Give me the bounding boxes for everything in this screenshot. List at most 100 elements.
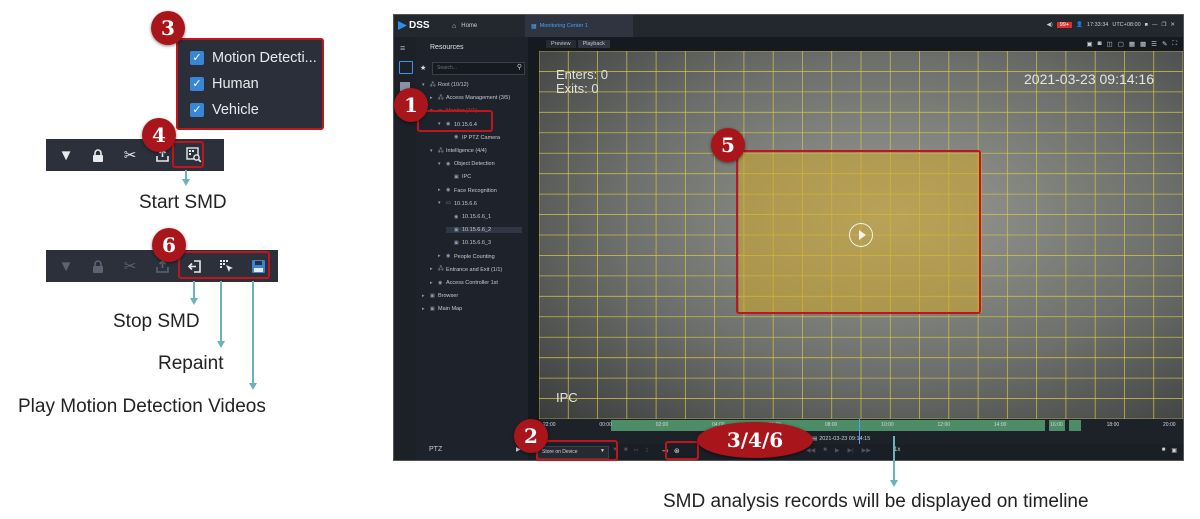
tree-node-label: 10.15.6.6_1 — [462, 214, 492, 220]
tree-node[interactable]: ▾ 🖧 Intelligence (4/4) — [430, 148, 487, 154]
layout-9-icon[interactable]: ▩ — [1140, 40, 1146, 48]
tab-playback[interactable]: Playback — [577, 40, 610, 48]
tree-node-label: IP PTZ Camera — [462, 134, 501, 141]
user-icon[interactable]: 👤 — [1076, 22, 1083, 28]
device-icon: ▭ — [446, 200, 451, 207]
step-icon[interactable]: ▶| — [847, 447, 853, 454]
restore-icon[interactable]: ❐ — [1161, 22, 1166, 28]
tree-node[interactable]: ▾ 🖧 Root (10/12) — [422, 82, 469, 88]
tab-preview[interactable]: Preview — [546, 40, 576, 48]
chevron-down-icon[interactable]: ▾ — [438, 161, 444, 167]
chevron-right-icon[interactable]: ▸ — [422, 306, 428, 312]
view-toolbar: ▣ ◙ ◫ ▢ ▦ ▩ ☰ ✎ ⛶ — [1086, 40, 1177, 48]
speaker-icon[interactable]: ◀) — [1047, 22, 1053, 28]
resource-search-box[interactable]: Search... ⚲ — [432, 62, 525, 75]
filter-icon[interactable]: ▼ — [50, 142, 82, 168]
tree-node[interactable]: ◉ 10.15.6.6_1 — [446, 214, 491, 220]
tab-label: Home — [461, 23, 478, 29]
tree-node-label: Access Management (3/5) — [446, 95, 511, 102]
device-icon: ▣ — [430, 292, 435, 299]
minimize-icon[interactable]: — — [1152, 22, 1158, 28]
rewind-icon[interactable]: ◀◀ — [806, 447, 815, 454]
tree-node-label: Object Detection — [454, 161, 495, 168]
highlight-detection-region — [736, 150, 981, 314]
tree-node[interactable]: ▸ ◉ Access Controller 1st — [430, 280, 498, 286]
playback-speed[interactable]: 1x — [894, 447, 900, 453]
tree-node[interactable]: ▸ ▣ Browser — [422, 293, 458, 299]
resources-panel: Resources ★ Search... ⚲ ▾ 🖧 Root (10/12) ▸ 🖧… — [416, 37, 528, 460]
arrow-head — [189, 298, 198, 305]
save-icon[interactable]: ▣ — [1171, 447, 1177, 454]
tree-node[interactable]: ◉ IP PTZ Camera — [446, 135, 500, 141]
chevron-down-icon[interactable]: ▾ — [438, 201, 444, 206]
lock-icon[interactable]: ■ — [1162, 447, 1166, 454]
callout-3-4-6: 3/4/6 — [697, 422, 813, 458]
chevron-right-icon[interactable]: ▸ — [438, 188, 444, 193]
monitor-icon[interactable] — [399, 61, 413, 74]
camera-icon[interactable]: ◙ — [1098, 40, 1102, 48]
checkbox-vehicle[interactable]: ✓ Vehicle — [190, 97, 322, 123]
tree-node[interactable]: ▸ 🖧 Access Management (3/5) — [430, 95, 510, 101]
checkbox-motion-detection[interactable]: ✓ Motion Detecti... — [190, 45, 322, 71]
tree-node[interactable]: ▾ ◉ Object Detection — [438, 161, 495, 167]
playback-buttons: ◀◀ ■ ▶ ▶| ▶▶ — [806, 447, 871, 454]
record-bar-segment — [1069, 420, 1081, 431]
playback-control-bar: Store on Device ▼ ▼ ■ ✂ ⇪ ⇥ ⊛ ▤ 2021-03-… — [528, 436, 1183, 460]
tree-node[interactable]: ▣ IPC — [446, 174, 471, 180]
highlight-smd-toolbar — [665, 441, 699, 460]
layout-4-icon[interactable]: ▦ — [1129, 40, 1135, 48]
chevron-down-icon[interactable]: ▾ — [422, 82, 428, 88]
forward-icon[interactable]: ▶▶ — [862, 447, 871, 454]
timeline-tick-label: 08:00 — [824, 422, 838, 428]
caption-repaint: Repaint — [158, 353, 224, 374]
view-tabs: Preview Playback — [546, 40, 610, 48]
filter-icon: ▼ — [58, 257, 74, 275]
timeline-tick-label: 00:00 — [599, 422, 612, 428]
favorites-icon[interactable]: ★ — [420, 64, 426, 72]
highlight-smd-controls — [178, 251, 270, 279]
pause-icon[interactable]: ◫ — [1107, 40, 1113, 48]
caption-timeline-note: SMD analysis records will be displayed o… — [663, 491, 1089, 512]
lock-icon[interactable]: ■ — [1145, 22, 1148, 28]
save-icon[interactable]: ▣ — [1086, 40, 1092, 48]
caption-start-smd: Start SMD — [139, 192, 227, 213]
lock-icon[interactable] — [82, 142, 114, 168]
tree-node[interactable]: ▣ 10.15.6.6_2 — [446, 227, 522, 234]
tree-node[interactable]: ▣ 10.15.6.6_3 — [446, 240, 491, 246]
chevron-right-icon[interactable]: ▸ — [422, 293, 428, 299]
stop-icon[interactable]: ■ — [823, 447, 827, 454]
video-timestamp: 2021-03-23 09:14:16 — [1024, 71, 1154, 87]
close-icon[interactable]: ✕ — [1170, 22, 1175, 28]
callout-2: 2 — [514, 419, 548, 453]
arrow-timeline — [893, 436, 895, 481]
tree-node[interactable]: ▾ ▭ 10.15.6.6 — [438, 201, 477, 207]
chevron-right-icon[interactable]: ▸ — [430, 280, 436, 286]
tab-monitoring-center[interactable]: ▦ Monitoring Center 1 — [525, 15, 633, 37]
alarm-badge[interactable]: 99+ — [1056, 22, 1073, 28]
channel-name: IPC — [556, 390, 578, 405]
fullscreen-icon[interactable]: ⛶ — [1172, 40, 1177, 48]
ptz-label[interactable]: PTZ — [429, 446, 442, 453]
layout-list-icon[interactable]: ☰ — [1151, 40, 1157, 48]
tree-node[interactable]: ▸ ▣ Main Map — [422, 306, 462, 312]
edit-icon[interactable]: ✎ — [1162, 40, 1167, 48]
tree-node[interactable]: ▸ ◉ People Counting — [438, 254, 495, 260]
tab-home[interactable]: ⌂ Home — [446, 15, 522, 37]
chevron-down-icon[interactable]: ▾ — [430, 148, 436, 154]
tree-node[interactable]: ▸ ◉ Face Recognition — [438, 188, 497, 194]
menu-icon[interactable]: ≡ — [400, 43, 405, 53]
home-icon: ⌂ — [452, 22, 457, 30]
bottom-right-icons: ■ ▣ — [1162, 447, 1177, 454]
chevron-right-icon[interactable]: ▸ — [438, 254, 444, 259]
arrow-play-md — [252, 281, 254, 384]
chevron-right-icon[interactable]: ▸ — [430, 267, 436, 272]
stop-icon[interactable]: ▢ — [1118, 40, 1124, 48]
scissors-icon[interactable]: ✂ — [114, 142, 146, 168]
tree-node[interactable]: ▸ 🖧 Entrance and Exit (1/1) — [430, 267, 502, 273]
checkbox-human[interactable]: ✓ Human — [190, 71, 322, 97]
chevron-right-icon[interactable]: ▸ — [430, 95, 436, 101]
play-icon[interactable]: ▶ — [835, 447, 840, 454]
device-icon: ◉ — [438, 279, 443, 286]
